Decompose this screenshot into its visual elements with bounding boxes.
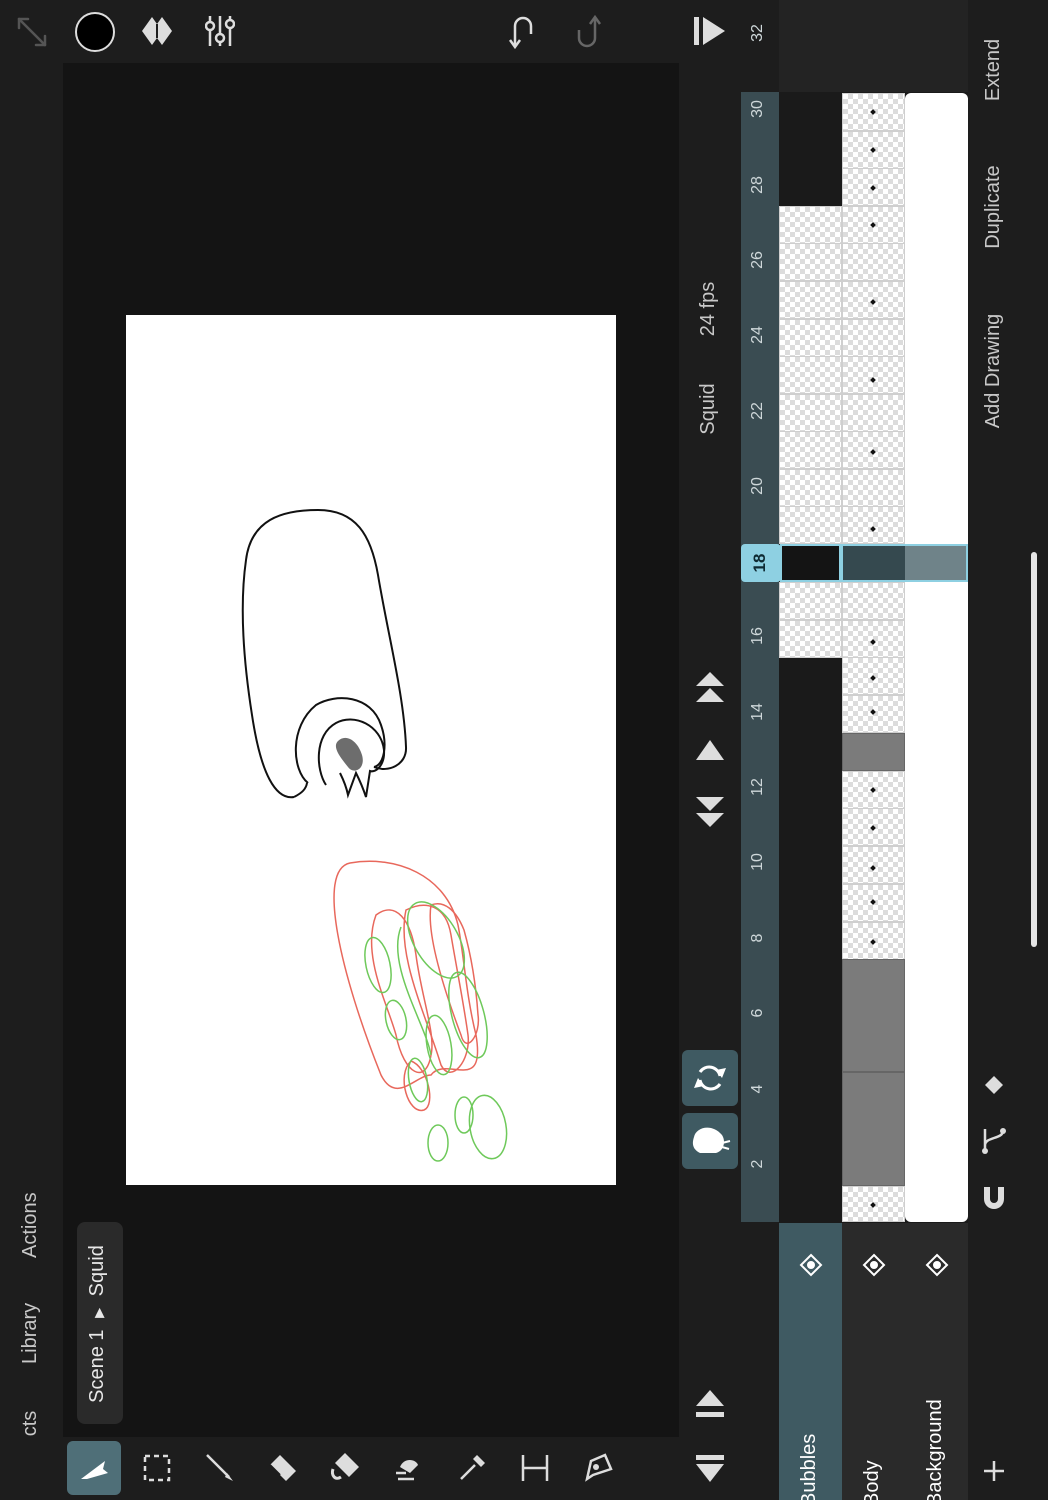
duplicate-button[interactable]: Duplicate xyxy=(982,147,1008,267)
drawing-canvas[interactable] xyxy=(126,315,616,1185)
eraser-icon[interactable] xyxy=(256,1441,310,1495)
layer-label-background: Background xyxy=(924,1399,946,1500)
frame-label: 20 xyxy=(749,477,766,495)
animation-app-window: { "left_tabs": {"projects": "Projects", … xyxy=(0,0,1048,1500)
frame-label: 30 xyxy=(749,100,766,118)
fps-label[interactable]: 24 fps xyxy=(697,269,723,349)
frame-label: 2 xyxy=(749,1159,766,1169)
frame-label: 32 xyxy=(749,24,766,42)
frame-label: 14 xyxy=(749,703,766,721)
expand-icon[interactable] xyxy=(14,14,50,50)
brush-icon[interactable] xyxy=(193,1441,247,1495)
loop-button[interactable] xyxy=(682,1050,738,1106)
frame-label: 28 xyxy=(749,176,766,194)
color-swatch-icon[interactable] xyxy=(75,12,115,52)
frame-label: 10 xyxy=(749,853,766,871)
visibility-eye-icon[interactable] xyxy=(862,1253,886,1282)
brush-settings-icon[interactable] xyxy=(205,14,235,48)
expand-timeline-icon[interactable] xyxy=(694,1452,726,1486)
bubbles-frame-cell[interactable] xyxy=(779,394,842,432)
frame-label: 12 xyxy=(749,778,766,796)
frame-label: 6 xyxy=(749,1008,766,1018)
fill-icon[interactable] xyxy=(319,1441,373,1495)
next-keyframe-icon[interactable] xyxy=(694,795,726,831)
body-frame-cell[interactable] xyxy=(842,506,905,544)
canvas-drawing xyxy=(241,508,508,1162)
add-layer-icon[interactable] xyxy=(982,1459,1006,1488)
timeline-scrollbar[interactable] xyxy=(1031,552,1037,947)
bubbles-frame-cell[interactable] xyxy=(779,506,842,544)
redo-icon[interactable] xyxy=(572,14,602,52)
frame-label: 24 xyxy=(749,326,766,344)
collapse-icon[interactable] xyxy=(694,1388,726,1420)
bubbles-frame-cell[interactable] xyxy=(779,469,842,507)
bubbles-frame-cell[interactable] xyxy=(779,319,842,357)
breadcrumb-scene[interactable]: Scene 1 xyxy=(86,1329,108,1402)
frame-label: 26 xyxy=(749,251,766,269)
body-frame-cell[interactable] xyxy=(842,733,905,771)
body-frame-cell[interactable] xyxy=(842,356,905,394)
current-frame-label: 18 xyxy=(750,553,769,573)
prev-keyframe-icon[interactable] xyxy=(694,670,726,706)
timeline-top-strip xyxy=(779,0,968,92)
bubbles-frame-cell[interactable] xyxy=(779,356,842,394)
bubbles-frame-cell[interactable] xyxy=(779,582,842,620)
bubbles-frame-cell[interactable] xyxy=(779,620,842,658)
prev-frame-icon[interactable] xyxy=(694,738,726,762)
body-frame-cell[interactable] xyxy=(842,1072,905,1186)
onion-skin-button[interactable] xyxy=(682,1113,738,1169)
extend-button[interactable]: Extend xyxy=(982,20,1008,120)
visibility-eye-icon[interactable] xyxy=(925,1253,949,1282)
body-frame-cell[interactable] xyxy=(842,394,905,432)
frame-label: 8 xyxy=(749,933,766,943)
branch-icon[interactable] xyxy=(979,1125,1009,1160)
add-drawing-button[interactable]: Add Drawing xyxy=(982,301,1008,441)
visibility-eye-icon[interactable] xyxy=(799,1253,823,1282)
eyedropper-icon[interactable] xyxy=(445,1441,499,1495)
loop-icon xyxy=(694,1065,726,1091)
body-frame-cell[interactable] xyxy=(842,243,905,281)
undo-icon[interactable] xyxy=(508,12,538,50)
bubbles-frame-cell[interactable] xyxy=(779,281,842,319)
current-frame-cell-bubbles[interactable] xyxy=(780,544,841,582)
layer-label-body: Body xyxy=(861,1460,883,1500)
measure-icon[interactable] xyxy=(508,1441,562,1495)
onion-skin-icon xyxy=(692,1127,731,1153)
project-name: Squid xyxy=(697,383,719,435)
body-frame-cell[interactable] xyxy=(842,469,905,507)
bubbles-frame-cell[interactable] xyxy=(779,431,842,469)
keyframe-diamond-icon[interactable] xyxy=(983,1074,1005,1101)
magnet-icon[interactable] xyxy=(980,1183,1008,1216)
frame-label: 16 xyxy=(749,627,766,645)
breadcrumb-text: Scene 1 ▶ Squid xyxy=(86,1224,114,1424)
frame-label: 4 xyxy=(749,1084,766,1094)
play-icon[interactable] xyxy=(692,14,728,48)
marquee-icon[interactable] xyxy=(130,1441,184,1495)
body-frame-cell[interactable] xyxy=(842,319,905,357)
layer-label-bubbles: Bubbles xyxy=(798,1433,820,1500)
frame-label: 22 xyxy=(749,402,766,420)
select-arrow-icon[interactable] xyxy=(67,1441,121,1495)
pen-tool-icon[interactable] xyxy=(571,1441,625,1495)
bubbles-frame-cell[interactable] xyxy=(779,206,842,244)
background-layer-track[interactable] xyxy=(905,93,968,1222)
body-frame-cell[interactable] xyxy=(842,959,905,1072)
brush-shape-icon[interactable] xyxy=(140,15,174,47)
breadcrumb-item[interactable]: Squid xyxy=(86,1245,108,1296)
body-frame-cell[interactable] xyxy=(842,582,905,620)
smudge-icon[interactable] xyxy=(382,1441,436,1495)
current-frame-column-highlight xyxy=(841,544,968,582)
tab-library[interactable]: Library xyxy=(19,1278,45,1364)
breadcrumb-separator: ▶ xyxy=(91,1307,106,1318)
tab-actions[interactable]: Actions xyxy=(19,1172,45,1258)
bubbles-frame-cell[interactable] xyxy=(779,243,842,281)
